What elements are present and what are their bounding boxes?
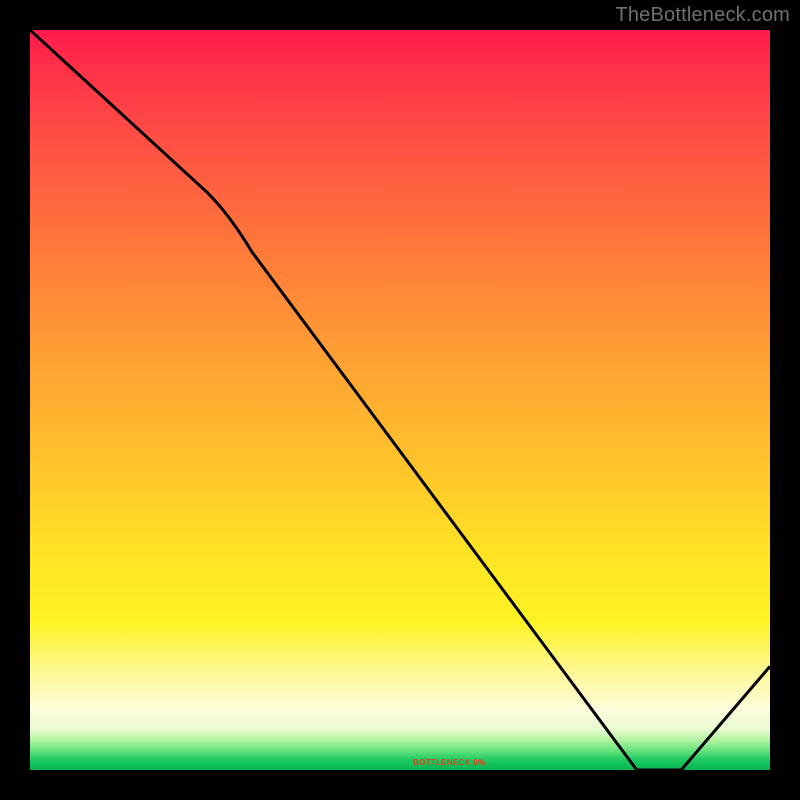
plot-area: BOTTLENECK 0%	[30, 30, 770, 770]
watermark-text: TheBottleneck.com	[615, 4, 790, 27]
bottleneck-curve	[30, 30, 770, 770]
curve-layer	[30, 30, 770, 770]
chart-container: TheBottleneck.com BOTTLENECK 0%	[0, 0, 800, 800]
bottleneck-zero-label: BOTTLENECK 0%	[413, 758, 485, 767]
